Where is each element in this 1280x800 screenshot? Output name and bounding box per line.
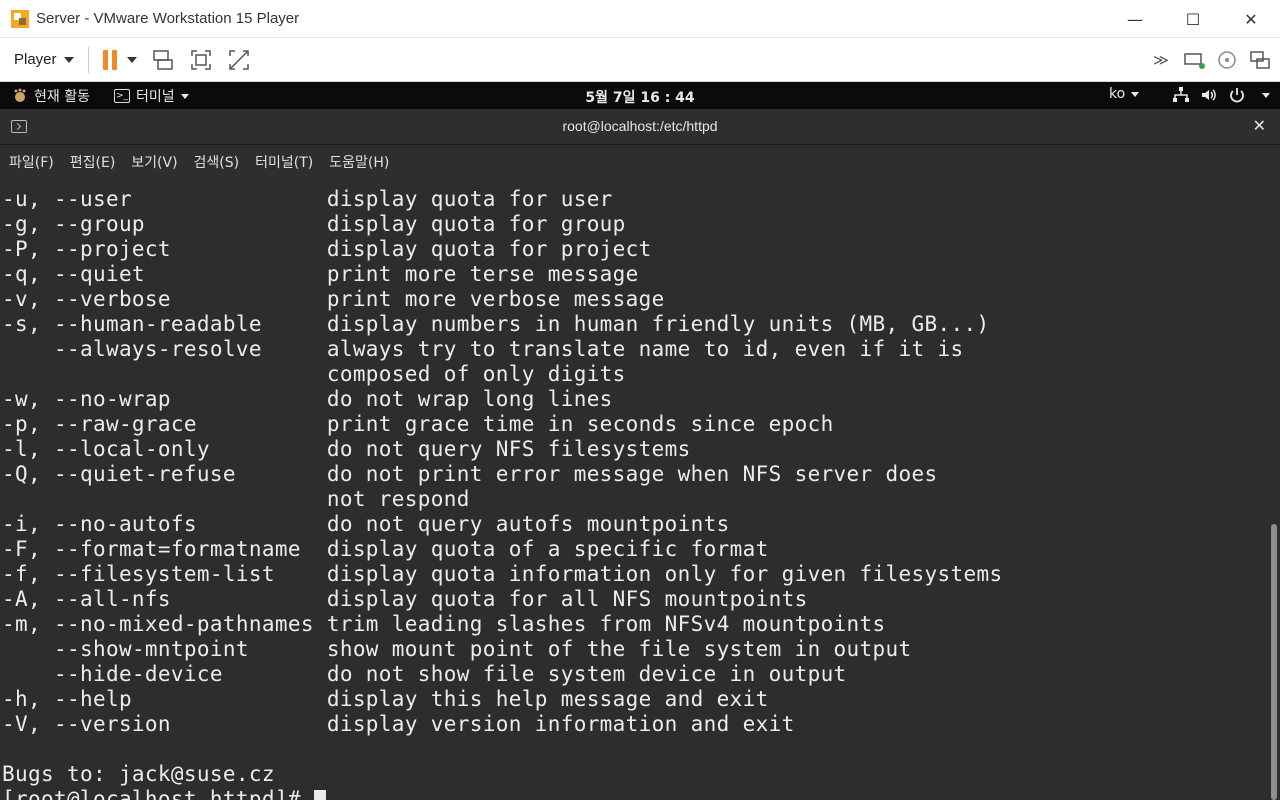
- output-line: -g, --group display quota for group: [2, 212, 626, 236]
- output-line: -v, --verbose print more verbose message: [2, 287, 665, 311]
- terminal-title: root@localhost:/etc/httpd: [562, 118, 718, 134]
- menu-edit[interactable]: 편집(E): [70, 152, 116, 172]
- menu-view[interactable]: 보기(V): [131, 152, 177, 172]
- output-line: -l, --local-only do not query NFS filesy…: [2, 437, 691, 461]
- output-line: -q, --quiet print more terse message: [2, 262, 639, 286]
- output-line: -p, --raw-grace print grace time in seco…: [2, 412, 834, 436]
- pause-icon: [102, 49, 108, 70]
- terminal-close-icon[interactable]: ✕: [1253, 116, 1266, 135]
- terminal-text: -u, --user display quota for user -g, --…: [2, 187, 1002, 800]
- output-line: -A, --all-nfs display quota for all NFS …: [2, 587, 808, 611]
- player-menu-button[interactable]: Player: [14, 51, 74, 68]
- gnome-top-bar: 현재 활동 >_ 터미널 5월 7일 16 : 44 ko: [0, 82, 1280, 109]
- menu-help[interactable]: 도움말(H): [329, 152, 389, 172]
- system-menu-button[interactable]: [1172, 86, 1270, 104]
- output-line: -V, --version display version informatio…: [2, 712, 795, 736]
- close-button[interactable]: ✕: [1222, 0, 1280, 38]
- pause-vm-button[interactable]: [102, 49, 137, 70]
- output-line: composed of only digits: [2, 362, 626, 386]
- output-line: -P, --project display quota for project: [2, 237, 652, 261]
- toolbar-divider: [87, 46, 89, 73]
- output-line: --show-mntpoint show mount point of the …: [2, 637, 912, 661]
- network-adapter-icon[interactable]: [1182, 48, 1206, 72]
- network-wired-icon: [1173, 87, 1189, 102]
- terminal-header: root@localhost:/etc/httpd ✕: [0, 109, 1280, 145]
- window-title: Server - VMware Workstation 15 Player: [36, 10, 300, 27]
- scrollbar-thumb[interactable]: [1271, 524, 1277, 800]
- shell-prompt: [root@localhost httpd]#: [2, 787, 314, 800]
- terminal-output[interactable]: -u, --user display quota for user -g, --…: [0, 179, 1268, 800]
- terminal-scrollbar[interactable]: [1268, 179, 1280, 800]
- unity-mode-icon[interactable]: [227, 48, 251, 72]
- clock[interactable]: 5월 7일 16 : 44: [0, 87, 1280, 107]
- cd-dvd-icon[interactable]: [1215, 48, 1239, 72]
- chevron-down-icon: [126, 56, 137, 63]
- full-screen-icon[interactable]: [189, 48, 213, 72]
- chevron-down-icon: [1131, 91, 1140, 97]
- menu-file[interactable]: 파일(F): [9, 152, 54, 172]
- chevron-down-icon: [63, 56, 74, 63]
- text-cursor: [313, 790, 326, 800]
- input-lang-label: ko: [1109, 86, 1126, 102]
- chevron-down-icon: [1262, 92, 1270, 98]
- output-line: not respond: [2, 487, 470, 511]
- output-line: -Q, --quiet-refuse do not print error me…: [2, 462, 938, 486]
- usb-device-icon[interactable]: [1248, 48, 1272, 72]
- player-menu-label: Player: [14, 51, 57, 68]
- volume-icon: [1202, 89, 1216, 101]
- menu-search[interactable]: 검색(S): [194, 152, 240, 172]
- output-line: -F, --format=formatname display quota of…: [2, 537, 769, 561]
- output-line: -s, --human-readable display numbers in …: [2, 312, 990, 336]
- pause-icon-bar: [111, 49, 117, 70]
- output-line: -u, --user display quota for user: [2, 187, 613, 211]
- send-ctrl-alt-del-icon[interactable]: [151, 48, 175, 72]
- more-devices-icon[interactable]: ≫: [1149, 48, 1173, 72]
- output-line: -m, --no-mixed-pathnames trim leading sl…: [2, 612, 886, 636]
- minimize-button[interactable]: —: [1106, 0, 1164, 38]
- input-method-button[interactable]: ko: [1109, 86, 1140, 102]
- menu-terminal[interactable]: 터미널(T): [255, 152, 313, 172]
- window-titlebar: Server - VMware Workstation 15 Player — …: [0, 0, 1280, 38]
- output-line: -w, --no-wrap do not wrap long lines: [2, 387, 613, 411]
- output-line: --always-resolve always try to translate…: [2, 337, 964, 361]
- vmware-app-icon: [11, 9, 29, 28]
- terminal-menubar: 파일(F) 편집(E) 보기(V) 검색(S) 터미널(T) 도움말(H): [0, 145, 1280, 179]
- output-line: Bugs to: jack@suse.cz: [2, 762, 275, 786]
- output-line: -f, --filesystem-list display quota info…: [2, 562, 1003, 586]
- vmware-toolbar: Player ≫: [0, 38, 1280, 82]
- output-line: -h, --help display this help message and…: [2, 687, 769, 711]
- output-line: --hide-device do not show file system de…: [2, 662, 847, 686]
- output-line: -i, --no-autofs do not query autofs moun…: [2, 512, 730, 536]
- power-icon: [1230, 88, 1244, 103]
- maximize-button[interactable]: ☐: [1164, 0, 1222, 38]
